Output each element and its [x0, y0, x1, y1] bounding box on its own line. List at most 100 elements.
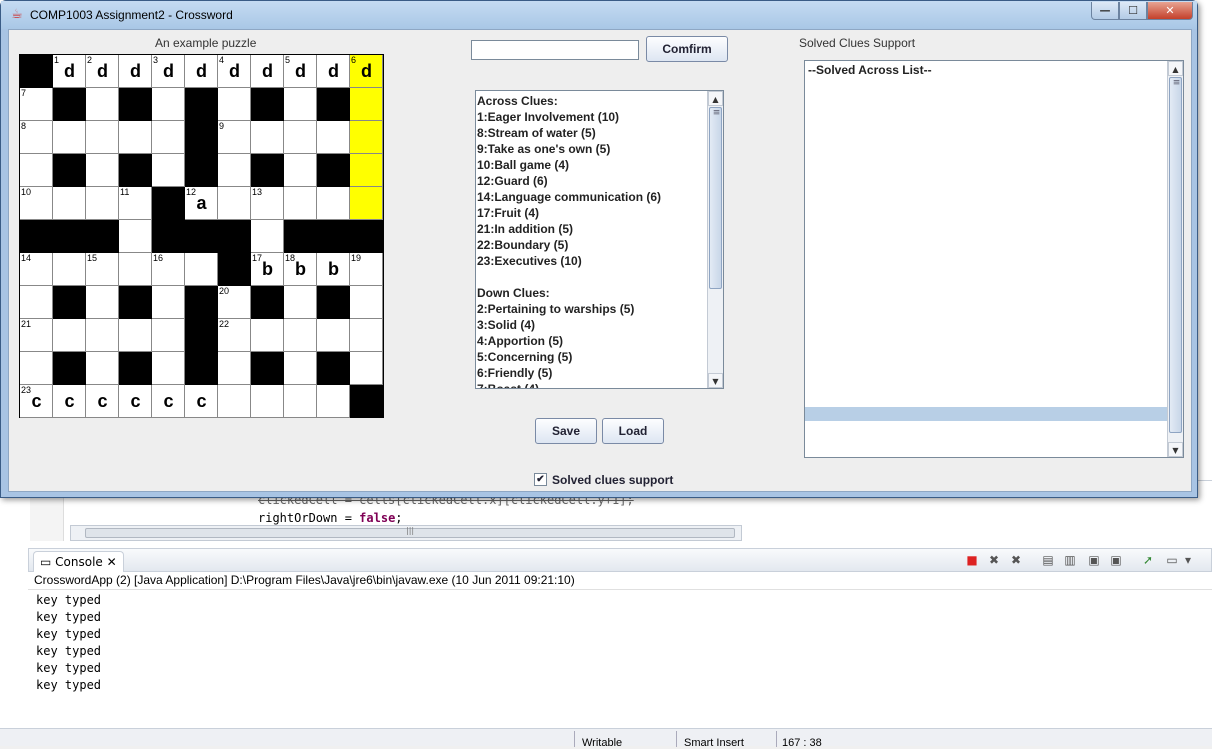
load-button[interactable]: Load [602, 418, 664, 444]
scroll-down-arrow-icon[interactable]: ▼ [708, 373, 723, 388]
clear-console-icon[interactable]: ▤ [1041, 553, 1055, 567]
grid-cell[interactable] [317, 187, 350, 220]
grid-cell[interactable] [152, 352, 185, 385]
grid-cell[interactable] [152, 319, 185, 352]
grid-cell[interactable] [218, 385, 251, 418]
grid-cell[interactable] [86, 352, 119, 385]
grid-cell[interactable]: d [251, 55, 284, 88]
grid-cell[interactable]: 23 c [20, 385, 53, 418]
grid-cell[interactable] [350, 88, 383, 121]
grid-cell[interactable] [251, 220, 284, 253]
grid-cell[interactable] [218, 88, 251, 121]
answer-input[interactable] [471, 40, 639, 60]
save-button[interactable]: Save [535, 418, 597, 444]
grid-cell[interactable]: 3d [152, 55, 185, 88]
scroll-thumb[interactable] [709, 107, 722, 289]
confirm-button[interactable]: Comfirm [646, 36, 728, 62]
grid-cell[interactable] [152, 88, 185, 121]
clues-list[interactable]: Across Clues: 1:Eager Involvement (10) 8:S… [475, 90, 724, 389]
grid-cell[interactable]: 14 [20, 253, 53, 286]
editor-horizontal-scrollbar[interactable] [70, 525, 742, 541]
close-button[interactable]: ✕ [1147, 2, 1193, 20]
show-on-output-icon[interactable]: ▣ [1087, 553, 1101, 567]
grid-cell[interactable]: b [317, 253, 350, 286]
grid-cell[interactable]: 8 [20, 121, 53, 154]
grid-cell[interactable] [251, 385, 284, 418]
grid-cell[interactable]: 9 [218, 121, 251, 154]
scroll-lock-icon[interactable]: ▥ [1063, 553, 1077, 567]
grid-cell[interactable]: 7 [20, 88, 53, 121]
console-output[interactable]: key typed key typed key typed key typed key … [28, 590, 1212, 710]
grid-cell[interactable]: 19 [350, 253, 383, 286]
grid-cell[interactable] [152, 286, 185, 319]
grid-cell[interactable]: 5d [284, 55, 317, 88]
grid-cell[interactable] [284, 154, 317, 187]
grid-cell[interactable] [20, 154, 53, 187]
display-console-icon[interactable]: ▭ [1165, 553, 1179, 567]
grid-cell[interactable] [251, 319, 284, 352]
grid-cell[interactable]: 17 b [251, 253, 284, 286]
grid-cell[interactable]: 21 [20, 319, 53, 352]
grid-cell[interactable] [86, 286, 119, 319]
grid-cell[interactable]: c [119, 385, 152, 418]
grid-cell[interactable] [53, 253, 86, 286]
grid-cell[interactable] [20, 352, 53, 385]
solved-scrollbar[interactable]: ▲ ▼ [1167, 61, 1183, 457]
minimize-button[interactable]: — [1091, 2, 1119, 20]
grid-cell[interactable] [218, 154, 251, 187]
grid-cell[interactable] [251, 121, 284, 154]
grid-cell[interactable] [284, 319, 317, 352]
grid-cell[interactable]: 16 [152, 253, 185, 286]
grid-cell[interactable] [53, 319, 86, 352]
grid-cell[interactable] [284, 352, 317, 385]
grid-cell[interactable] [350, 187, 383, 220]
grid-cell[interactable] [350, 286, 383, 319]
grid-cell[interactable]: 6d [350, 55, 383, 88]
crossword-grid[interactable]: 1 d 2 d d 3 d d 4 d d 5 d d 6 d 7 8 9 10 11 12 a 13 14 15 16 17 b 18 b… [19, 54, 384, 418]
grid-cell[interactable] [350, 352, 383, 385]
title-bar[interactable]: ☕ COMP1003 Assignment2 - Crossword — ☐ ✕ [1, 1, 1197, 29]
checkbox-icon[interactable]: ✔ [534, 473, 547, 486]
grid-cell[interactable] [86, 319, 119, 352]
grid-cell[interactable] [119, 220, 152, 253]
grid-cell[interactable] [350, 319, 383, 352]
grid-cell[interactable] [86, 121, 119, 154]
close-icon[interactable]: ✕ [103, 555, 117, 569]
grid-cell[interactable]: c [86, 385, 119, 418]
grid-cell[interactable]: c [53, 385, 86, 418]
grid-cell[interactable]: 15 [86, 253, 119, 286]
grid-cell[interactable] [284, 187, 317, 220]
grid-cell[interactable] [218, 352, 251, 385]
grid-cell[interactable] [317, 319, 350, 352]
clues-scrollbar[interactable]: ▲ ▼ [707, 91, 723, 388]
chevron-down-icon[interactable]: ▾ [1181, 553, 1195, 567]
scroll-up-arrow-icon[interactable]: ▲ [708, 91, 723, 106]
grid-cell[interactable]: 10 [20, 187, 53, 220]
grid-cell[interactable]: c [152, 385, 185, 418]
grid-cell[interactable]: 13 [251, 187, 284, 220]
grid-cell[interactable] [20, 286, 53, 319]
grid-cell[interactable] [284, 121, 317, 154]
remove-launch-icon[interactable]: ✖ [987, 553, 1001, 567]
grid-cell[interactable] [152, 121, 185, 154]
grid-cell[interactable]: d [317, 55, 350, 88]
grid-cell[interactable] [119, 319, 152, 352]
grid-cell[interactable]: 11 [119, 187, 152, 220]
grid-cell[interactable]: d [119, 55, 152, 88]
grid-cell[interactable] [86, 187, 119, 220]
grid-cell[interactable]: d [185, 55, 218, 88]
show-on-error-icon[interactable]: ▣ [1109, 553, 1123, 567]
tab-console[interactable]: ▭ Console ✕ [33, 551, 124, 573]
grid-cell[interactable]: 12 a [185, 187, 218, 220]
solved-clues-list[interactable]: --Solved Across List-- ▲ ▼ [804, 60, 1184, 458]
grid-cell[interactable]: 2d [86, 55, 119, 88]
grid-cell[interactable] [53, 187, 86, 220]
scroll-down-arrow-icon[interactable]: ▼ [1168, 442, 1183, 457]
grid-cell[interactable]: 4d [218, 55, 251, 88]
grid-cell[interactable] [218, 187, 251, 220]
grid-cell[interactable] [86, 154, 119, 187]
grid-cell[interactable] [119, 253, 152, 286]
solved-list-item[interactable]: --Solved Across List-- [808, 63, 932, 77]
grid-cell[interactable]: c [185, 385, 218, 418]
grid-cell[interactable] [86, 88, 119, 121]
